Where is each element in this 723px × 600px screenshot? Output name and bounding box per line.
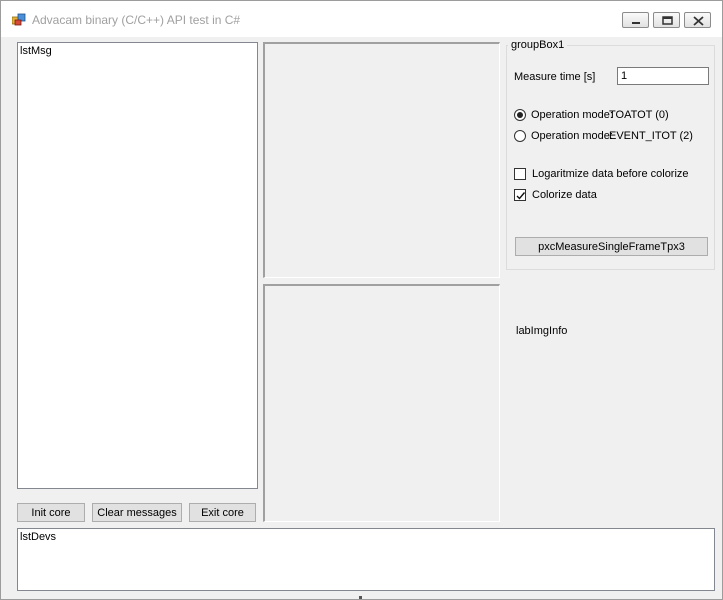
minimize-button[interactable] <box>622 12 649 28</box>
mode-toatot-radio[interactable] <box>514 109 526 121</box>
measure-time-input[interactable] <box>617 67 709 85</box>
window-title: Advacam binary (C/C++) API test in C# <box>32 13 241 27</box>
colorize-checkbox[interactable] <box>514 189 526 201</box>
colorize-label[interactable]: Colorize data <box>532 189 597 201</box>
messages-list-item[interactable]: lstMsg <box>20 45 52 57</box>
devices-list-item[interactable]: lstDevs <box>20 531 56 543</box>
logarithmize-label[interactable]: Logaritmize data before colorize <box>532 168 689 180</box>
measure-time-label: Measure time [s] <box>514 71 596 83</box>
devices-listbox[interactable]: lstDevs <box>17 528 715 591</box>
mode-event-itot-radio[interactable] <box>514 130 526 142</box>
app-icon <box>12 13 26 26</box>
messages-listbox[interactable]: lstMsg <box>17 42 258 489</box>
mode-event-itot-label-value[interactable]: EVENT_ITOT (2) <box>609 130 693 142</box>
init-core-button[interactable]: Init core <box>17 503 85 522</box>
mode-toatot-label-value[interactable]: TOATOT (0) <box>609 109 669 121</box>
clear-messages-button[interactable]: Clear messages <box>92 503 182 522</box>
image-panel-top <box>263 42 500 278</box>
checkmark-icon <box>516 192 526 200</box>
mode-event-itot-label-prefix[interactable]: Operation mode: <box>531 130 613 142</box>
measure-single-frame-button[interactable]: pxcMeasureSingleFrameTpx3 <box>515 237 708 256</box>
close-icon <box>693 16 704 26</box>
main-window: Advacam binary (C/C++) API test in C# ls… <box>0 0 723 600</box>
maximize-button[interactable] <box>653 12 680 28</box>
resize-grip-icon[interactable] <box>357 594 365 600</box>
minimize-icon <box>632 22 640 24</box>
title-bar[interactable]: Advacam binary (C/C++) API test in C# <box>1 1 722 37</box>
restore-icon <box>662 16 673 25</box>
groupbox-title: groupBox1 <box>508 39 568 51</box>
client-area: lstMsg Init core Clear messages Exit cor… <box>1 37 722 599</box>
mode-toatot-label-prefix[interactable]: Operation mode: <box>531 109 613 121</box>
image-panel-bottom <box>263 284 500 522</box>
logarithmize-checkbox[interactable] <box>514 168 526 180</box>
exit-core-button[interactable]: Exit core <box>189 503 256 522</box>
image-info-label: labImgInfo <box>516 325 568 337</box>
close-button[interactable] <box>684 12 711 28</box>
